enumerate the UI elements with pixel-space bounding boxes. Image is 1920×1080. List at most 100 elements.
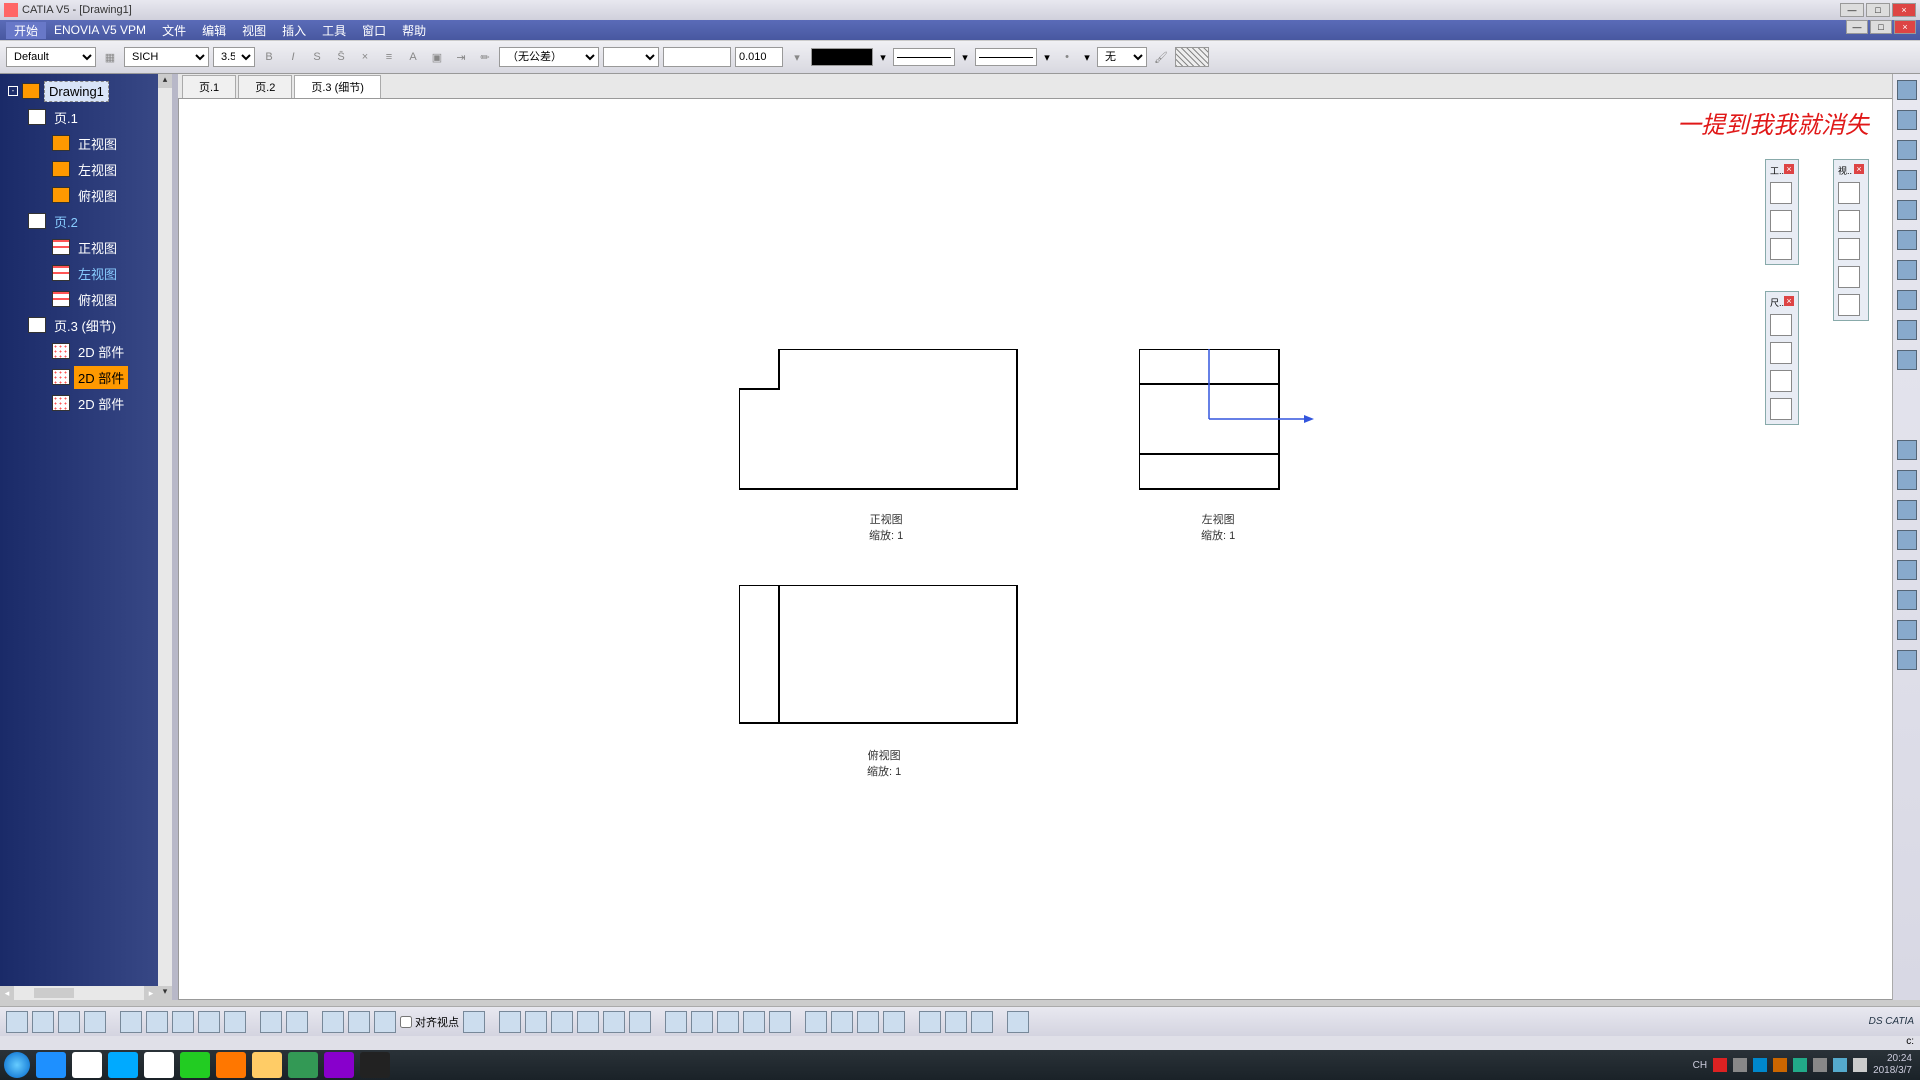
- zoom-out-icon[interactable]: [577, 1011, 599, 1033]
- taskbar-app-icon[interactable]: [108, 1052, 138, 1078]
- maximize-button[interactable]: □: [1866, 3, 1890, 17]
- precision-input[interactable]: [735, 47, 783, 67]
- style-select[interactable]: Default: [6, 47, 96, 67]
- tool-icon[interactable]: [1770, 238, 1792, 260]
- taskbar-qq-icon[interactable]: [72, 1052, 102, 1078]
- tree-view-label[interactable]: 左视图: [74, 262, 121, 285]
- vtool-icon[interactable]: [1897, 170, 1917, 190]
- vtool-icon[interactable]: [1897, 530, 1917, 550]
- line-type-swatch[interactable]: [893, 48, 955, 66]
- drawing-canvas[interactable]: 一提到我我就消失 工..× 视..× 尺..×: [178, 98, 1920, 1000]
- strike-button[interactable]: S: [307, 47, 327, 67]
- numeric-input[interactable]: [663, 47, 731, 67]
- icon[interactable]: [743, 1011, 765, 1033]
- tab-sheet3[interactable]: 页.3 (细节): [294, 75, 381, 98]
- tree-hscrollbar[interactable]: ◂▸: [0, 986, 158, 1000]
- icon[interactable]: [348, 1011, 370, 1033]
- fit-all-icon[interactable]: [499, 1011, 521, 1033]
- save-icon[interactable]: [58, 1011, 80, 1033]
- vtool-icon[interactable]: [1897, 590, 1917, 610]
- tree-sheet-label[interactable]: 页.2: [50, 210, 82, 233]
- new-icon[interactable]: [6, 1011, 28, 1033]
- vtool-icon[interactable]: [1897, 140, 1917, 160]
- toolbox-close-icon[interactable]: ×: [1854, 164, 1864, 174]
- menu-window[interactable]: 窗口: [354, 22, 394, 39]
- tray-icon[interactable]: [1753, 1058, 1767, 1072]
- vtool-icon[interactable]: [1897, 350, 1917, 370]
- tool-icon[interactable]: [1770, 342, 1792, 364]
- icon[interactable]: [717, 1011, 739, 1033]
- tab-sheet2[interactable]: 页.2: [238, 75, 292, 98]
- tray-icon[interactable]: [1793, 1058, 1807, 1072]
- tree-view-label[interactable]: 正视图: [74, 132, 121, 155]
- close-button[interactable]: ×: [1892, 3, 1916, 17]
- tree-sheet-label[interactable]: 页.1: [50, 106, 82, 129]
- menu-start[interactable]: 开始: [6, 22, 46, 39]
- icon[interactable]: [629, 1011, 651, 1033]
- vtool-icon[interactable]: [1897, 650, 1917, 670]
- font-size-select[interactable]: 3.5: [213, 47, 255, 67]
- tree-item-label[interactable]: 2D 部件: [74, 366, 128, 389]
- taskbar-app-icon[interactable]: [360, 1052, 390, 1078]
- tray-volume-icon[interactable]: [1853, 1058, 1867, 1072]
- copy-icon[interactable]: [146, 1011, 168, 1033]
- toolbox-tools[interactable]: 工..×: [1765, 159, 1799, 265]
- bold-button[interactable]: B: [259, 47, 279, 67]
- formula-icon[interactable]: [260, 1011, 282, 1033]
- tree-view[interactable]: 左视图: [0, 156, 172, 182]
- tree-view[interactable]: 俯视图: [0, 286, 172, 312]
- tool-icon[interactable]: [1770, 370, 1792, 392]
- scroll-up-icon[interactable]: ▴: [158, 74, 172, 88]
- menu-view[interactable]: 视图: [234, 22, 274, 39]
- toolbox-close-icon[interactable]: ×: [1784, 296, 1794, 306]
- tree-sheet[interactable]: 页.2: [0, 208, 172, 234]
- vtool-text-icon[interactable]: [1897, 200, 1917, 220]
- paint-icon[interactable]: 🖌: [1151, 47, 1171, 67]
- tray-network-icon[interactable]: [1833, 1058, 1847, 1072]
- tool-icon[interactable]: [1770, 182, 1792, 204]
- paste-icon[interactable]: [172, 1011, 194, 1033]
- tree-view[interactable]: 正视图: [0, 234, 172, 260]
- icon[interactable]: [945, 1011, 967, 1033]
- tab-sheet1[interactable]: 页.1: [182, 75, 236, 98]
- tree-view[interactable]: 正视图: [0, 130, 172, 156]
- tool-icon[interactable]: [1838, 266, 1860, 288]
- specification-tree[interactable]: - Drawing1 页.1 正视图 左视图 俯视图 页.2 正视图 左视图 俯…: [0, 74, 172, 1000]
- vtool-table-icon[interactable]: [1897, 260, 1917, 280]
- vtool-icon[interactable]: [1897, 560, 1917, 580]
- taskbar-explorer-icon[interactable]: [252, 1052, 282, 1078]
- tolerance-value-select[interactable]: [603, 47, 659, 67]
- scroll-down-icon[interactable]: ▾: [158, 986, 172, 1000]
- line-weight-swatch[interactable]: [975, 48, 1037, 66]
- vtool-select-icon[interactable]: [1897, 110, 1917, 130]
- icon[interactable]: [971, 1011, 993, 1033]
- normal-view-icon[interactable]: [603, 1011, 625, 1033]
- tree-view[interactable]: 俯视图: [0, 182, 172, 208]
- print-icon[interactable]: [84, 1011, 106, 1033]
- vtool-icon[interactable]: [1897, 230, 1917, 250]
- doc-minimize-button[interactable]: —: [1846, 20, 1868, 34]
- doc-close-button[interactable]: ×: [1894, 20, 1916, 34]
- tool-icon[interactable]: [1838, 294, 1860, 316]
- menu-insert[interactable]: 插入: [274, 22, 314, 39]
- tray-icon[interactable]: [1733, 1058, 1747, 1072]
- taskbar-clock[interactable]: 20:24 2018/3/7: [1873, 1053, 1916, 1077]
- open-icon[interactable]: [32, 1011, 54, 1033]
- snap-viewpoint-checkbox[interactable]: 对齐视点: [400, 1014, 459, 1030]
- tool-icon[interactable]: [1838, 182, 1860, 204]
- tree-root[interactable]: - Drawing1: [0, 78, 172, 104]
- point-dropdown-icon[interactable]: ▾: [1081, 51, 1093, 64]
- menu-file[interactable]: 文件: [154, 22, 194, 39]
- vtool-icon[interactable]: [1897, 500, 1917, 520]
- scroll-thumb[interactable]: [34, 988, 74, 998]
- vtool-icon[interactable]: [1897, 290, 1917, 310]
- toolbox-views[interactable]: 视..×: [1833, 159, 1869, 321]
- tool-icon[interactable]: [1838, 210, 1860, 232]
- hatch-swatch[interactable]: [1175, 47, 1209, 67]
- taskbar-onenote-icon[interactable]: [324, 1052, 354, 1078]
- style-apply-icon[interactable]: ▦: [100, 47, 120, 67]
- expand-icon[interactable]: -: [8, 86, 18, 96]
- minimize-button[interactable]: —: [1840, 3, 1864, 17]
- symbol-icon[interactable]: ✏: [475, 47, 495, 67]
- tree-view[interactable]: 左视图: [0, 260, 172, 286]
